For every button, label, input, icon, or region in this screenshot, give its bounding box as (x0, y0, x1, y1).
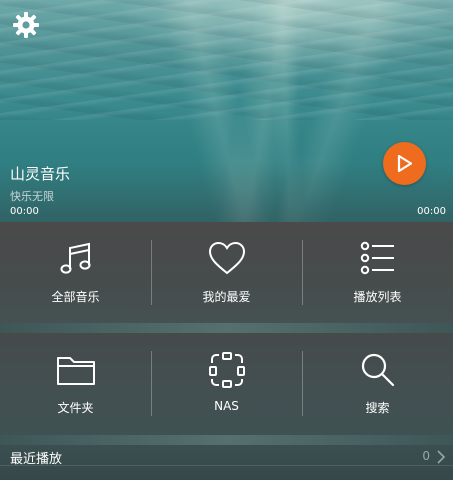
track-subtitle: 快乐无限 (10, 190, 54, 203)
section-separator (0, 435, 453, 445)
playlists-label: 播放列表 (353, 290, 402, 304)
total-time: 00:00 (417, 206, 446, 217)
nas-button[interactable]: NAS (151, 333, 302, 435)
library-row-2: 文件夹 NAS 搜索 (0, 333, 453, 435)
search-label: 搜索 (365, 401, 390, 415)
now-playing-header: 山灵音乐 快乐无限 00:00 00:00 (0, 0, 453, 222)
favorites-button[interactable]: 我的最爱 (151, 222, 302, 323)
nas-icon (208, 352, 245, 388)
folder-label: 文件夹 (57, 401, 94, 415)
track-title: 山灵音乐 (10, 165, 71, 183)
music-note-icon (60, 242, 90, 274)
heart-icon (208, 241, 245, 275)
all-music-label: 全部音乐 (51, 290, 100, 304)
recently-played-row[interactable]: 最近播放 0 (0, 445, 453, 480)
favorites-label: 我的最爱 (202, 290, 251, 304)
section-separator (0, 323, 453, 333)
all-music-button[interactable]: 全部音乐 (0, 222, 151, 323)
gear-icon[interactable] (11, 10, 41, 40)
search-icon (361, 353, 394, 387)
library-row-1: 全部音乐 我的最爱 播放列表 (0, 222, 453, 323)
play-icon (397, 154, 413, 173)
elapsed-time: 00:00 (10, 206, 39, 217)
folder-icon (56, 357, 95, 385)
folder-button[interactable]: 文件夹 (0, 333, 151, 435)
playlists-button[interactable]: 播放列表 (302, 222, 453, 323)
play-button[interactable] (383, 142, 426, 185)
divider (0, 465, 453, 466)
search-button[interactable]: 搜索 (302, 333, 453, 435)
chevron-right-icon (437, 450, 446, 464)
playlist-icon (360, 241, 394, 275)
nas-label: NAS (214, 399, 239, 413)
recently-played-count: 0 (422, 449, 430, 463)
